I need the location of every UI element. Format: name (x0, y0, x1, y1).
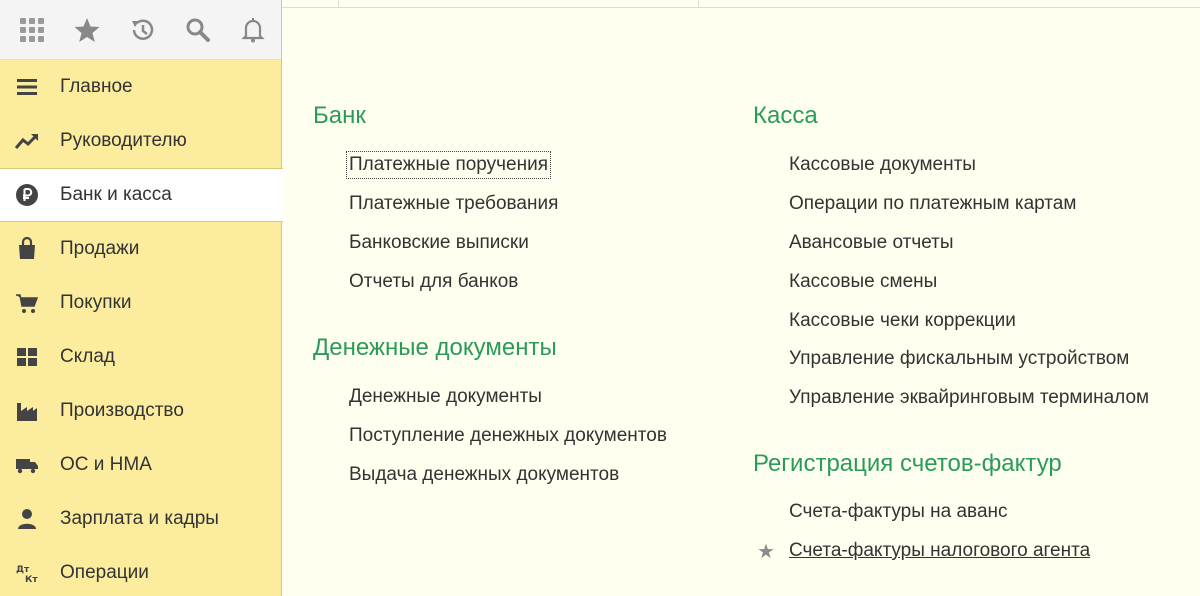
favorites-button[interactable] (59, 0, 114, 60)
svg-text:Дт: Дт (16, 565, 30, 575)
link-money-documents-receipt[interactable]: Поступление денежных документов (349, 425, 667, 447)
link-bank-reports[interactable]: Отчеты для банков (349, 271, 518, 293)
link-correction-receipts[interactable]: Кассовые чеки коррекции (789, 310, 1016, 332)
sidebar-item-warehouse[interactable]: Склад (0, 330, 281, 384)
sidebar-item-manager[interactable]: Руководителю (0, 114, 281, 168)
truck-icon (14, 452, 40, 478)
ruble-icon (14, 182, 40, 208)
sidebar-item-payroll[interactable]: Зарплата и кадры (0, 492, 281, 546)
link-fiscal-device-management[interactable]: Управление фискальным устройством (789, 348, 1129, 370)
cart-icon (14, 290, 40, 316)
sidebar-item-label: Зарплата и кадры (60, 508, 219, 529)
section-title-money-documents: Денежные документы (313, 334, 557, 361)
apps-grid-icon (19, 17, 44, 42)
sidebar-item-label: Главное (60, 76, 133, 97)
sidebar-item-label: Руководителю (60, 130, 187, 151)
bell-icon (241, 17, 265, 42)
section-title-invoice-registration: Регистрация счетов-фактур (753, 450, 1062, 477)
tab-divider (698, 0, 699, 8)
link-tax-agent-invoices[interactable]: Счета-фактуры налогового агента (789, 540, 1090, 562)
sidebar-item-label: Производство (60, 400, 184, 421)
search-button[interactable] (170, 0, 225, 60)
link-advance-reports[interactable]: Авансовые отчеты (789, 232, 954, 254)
sidebar-item-bank-and-cash[interactable]: Банк и касса (0, 168, 284, 222)
trend-up-icon (14, 128, 40, 154)
shopping-bag-icon (14, 236, 40, 262)
sidebar-item-label: Банк и касса (60, 184, 172, 205)
person-icon (14, 506, 40, 532)
star-icon (74, 17, 100, 42)
warehouse-grid-icon (14, 344, 40, 370)
sidebar-item-label: ОС и НМА (60, 454, 152, 475)
sidebar-item-main[interactable]: Главное (0, 60, 281, 114)
sidebar-item-fixed-assets[interactable]: ОС и НМА (0, 438, 281, 492)
favorite-star-icon[interactable]: ★ (757, 539, 775, 564)
link-money-documents[interactable]: Денежные документы (349, 386, 542, 408)
tab-divider (338, 0, 339, 8)
section-title-cash: Касса (753, 102, 818, 129)
link-cash-documents[interactable]: Кассовые документы (789, 154, 976, 176)
sidebar-item-operations[interactable]: Дт Кт Операции (0, 546, 281, 596)
svg-text:Кт: Кт (25, 575, 38, 585)
link-payment-card-operations[interactable]: Операции по платежным картам (789, 193, 1076, 215)
link-acquiring-terminal-management[interactable]: Управление эквайринговым терминалом (789, 387, 1149, 409)
sidebar-item-production[interactable]: Производство (0, 384, 281, 438)
sidebar-toolbar (0, 0, 281, 60)
sidebar: Главное Руководителю Банк и касса Продаж… (0, 0, 284, 596)
sidebar-item-label: Склад (60, 346, 115, 367)
sidebar-item-label: Продажи (60, 238, 140, 259)
sidebar-item-purchases[interactable]: Покупки (0, 276, 281, 330)
history-button[interactable] (115, 0, 170, 60)
sidebar-nav: Главное Руководителю Банк и касса Продаж… (0, 60, 284, 596)
section-title-bank: Банк (313, 102, 366, 129)
link-payment-orders[interactable]: Платежные поручения (345, 151, 552, 179)
link-bank-statements[interactable]: Банковские выписки (349, 232, 529, 254)
sidebar-item-label: Операции (60, 562, 149, 583)
tab-strip (282, 0, 1200, 8)
section-content: Банк Платежные поручения Платежные требо… (282, 9, 1200, 596)
dt-kt-icon: Дт Кт (14, 560, 40, 586)
notifications-button[interactable] (226, 0, 281, 60)
sidebar-item-label: Покупки (60, 292, 132, 313)
link-payment-requests[interactable]: Платежные требования (349, 193, 558, 215)
link-cash-shifts[interactable]: Кассовые смены (789, 271, 937, 293)
link-advance-invoices[interactable]: Счета-фактуры на аванс (789, 501, 1008, 523)
link-money-documents-issue[interactable]: Выдача денежных документов (349, 464, 619, 486)
factory-icon (14, 398, 40, 424)
apps-button[interactable] (4, 0, 59, 60)
history-icon (131, 18, 153, 40)
sidebar-item-sales[interactable]: Продажи (0, 222, 281, 276)
search-icon (186, 18, 210, 42)
menu-lines-icon (14, 74, 40, 100)
